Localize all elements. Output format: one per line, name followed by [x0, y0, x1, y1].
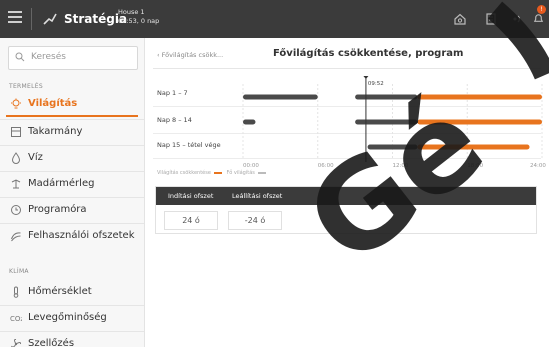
x-tick-label: 00:00	[243, 163, 259, 169]
house-info[interactable]: House 1 09:53, 0 nap	[118, 8, 159, 26]
sidebar-item-user-offsets[interactable]: Felhasználói ofszetek	[0, 225, 144, 247]
stop-offset-field[interactable]: -24 ó	[228, 211, 282, 230]
divider	[31, 8, 32, 30]
schedule-bar	[417, 94, 542, 100]
schedule-bar	[417, 144, 530, 150]
current-time-label: 09:52	[368, 81, 384, 87]
sidebar-item-temperature[interactable]: Hőmérséklet	[0, 281, 144, 303]
x-tick-label: 12:00	[393, 163, 409, 169]
alarm-bell[interactable]: !	[530, 0, 549, 38]
start-offset-field[interactable]: 24 ó	[164, 211, 218, 230]
co2-icon: CO₂	[10, 315, 22, 323]
schedule-bar	[243, 119, 256, 125]
search-input[interactable]: Keresés	[8, 46, 138, 70]
sidebar-item-timer[interactable]: Programóra	[0, 199, 144, 221]
divider	[0, 119, 144, 120]
document-icon[interactable]	[484, 12, 498, 26]
section-label-production: TERMELÉS	[9, 83, 43, 90]
legend-swatch-orange	[213, 171, 222, 174]
main-content: ‹ Fővilágítás csökk... Fővilágítás csökk…	[145, 38, 549, 347]
divider	[0, 197, 144, 198]
divider	[0, 331, 144, 332]
scale-icon	[11, 179, 21, 189]
thermometer-icon	[13, 286, 19, 298]
chart-legend: Világítás csökkentése Fő világítás	[157, 170, 269, 176]
sidebar-item-label: Programóra	[28, 204, 87, 215]
sidebar-item-label: Felhasználói ofszetek	[28, 230, 135, 241]
legend-label: Világítás csökkentése	[157, 170, 211, 176]
sidebar-item-label: Takarmány	[28, 126, 83, 137]
house-name: House 1	[118, 8, 145, 16]
sidebar-item-label: Madármérleg	[28, 178, 95, 189]
legend-swatch-gray	[257, 171, 266, 174]
offset-icon	[11, 232, 21, 242]
current-time-marker	[363, 76, 369, 79]
sidebar-item-lighting[interactable]: Világítás	[0, 93, 144, 117]
divider	[0, 171, 144, 172]
divider	[0, 223, 144, 224]
water-drop-icon	[11, 152, 21, 164]
legend-label: Fő világítás	[226, 170, 255, 176]
schedule-bar	[367, 144, 418, 150]
offset-table: Indítási ofszet Leállítási ofszet 24 ó -…	[155, 186, 537, 234]
sidebar-item-bird-scale[interactable]: Madármérleg	[0, 173, 144, 195]
sidebar-item-feed[interactable]: Takarmány	[0, 121, 144, 143]
svg-text:CO₂: CO₂	[10, 315, 22, 323]
table-header: Indítási ofszet Leállítási ofszet	[156, 187, 536, 205]
divider	[0, 145, 144, 146]
sidebar-item-label: Víz	[28, 152, 43, 163]
sidebar-item-label: Hőmérséklet	[28, 286, 92, 297]
ventilation-icon	[11, 338, 22, 347]
divider	[0, 305, 144, 306]
schedule-bar	[355, 119, 418, 125]
table-header-cell: Leállítási ofszet	[232, 192, 283, 200]
sidebar-item-label: Világítás	[28, 98, 78, 109]
sidebar-item-air-quality[interactable]: CO₂ Levegőminőség	[0, 307, 144, 329]
home-icon[interactable]	[453, 12, 467, 26]
schedule-bar	[355, 94, 418, 100]
search-placeholder: Keresés	[31, 52, 66, 62]
strategy-icon	[43, 13, 57, 25]
connection-icon[interactable]	[511, 12, 525, 26]
schedule-bar	[243, 94, 318, 100]
bulb-icon	[11, 98, 21, 109]
sidebar-item-water[interactable]: Víz	[0, 147, 144, 169]
section-label-climate: KLÍMA	[9, 268, 29, 275]
feed-icon	[11, 127, 21, 137]
x-tick-label: 06:00	[318, 163, 334, 169]
clock-icon	[11, 205, 21, 215]
top-bar: Stratégia House 1 09:53, 0 nap !	[0, 0, 549, 38]
menu-icon[interactable]	[8, 11, 22, 25]
search-icon	[15, 52, 25, 62]
schedule-bar	[417, 119, 542, 125]
house-status: 09:53, 0 nap	[118, 17, 160, 25]
sidebar-item-label: Levegőminőség	[28, 312, 107, 323]
x-tick-label: 18:00	[467, 163, 483, 169]
sidebar-item-label: Szellőzés	[28, 338, 75, 347]
table-header-cell: Indítási ofszet	[168, 192, 214, 200]
x-tick-label: 24:00	[530, 163, 546, 169]
alarm-badge: !	[537, 5, 546, 14]
sidebar-item-ventilation[interactable]: Szellőzés	[0, 333, 144, 347]
schedule-chart: 00:00 06:00 12:00 18:00 24:00 09:52	[242, 76, 546, 169]
sidebar: Keresés TERMELÉS Világítás Takarmány Víz	[0, 38, 145, 347]
bell-icon	[533, 14, 544, 22]
